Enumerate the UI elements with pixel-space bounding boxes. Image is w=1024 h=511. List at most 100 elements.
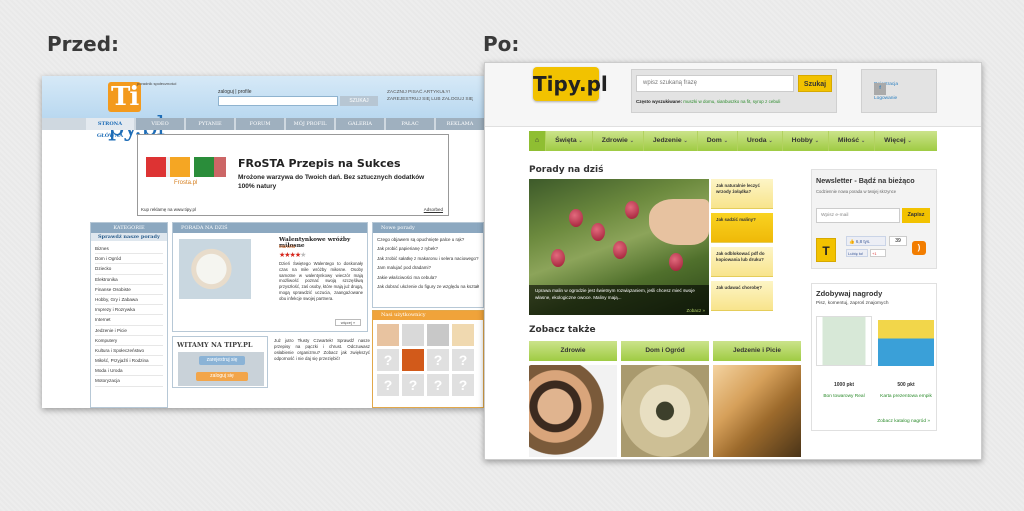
popular-links[interactable]: muszki w domu, sianbuszko na fit, syrop … [683, 99, 780, 104]
tip-author[interactable]: Marcela [279, 244, 295, 249]
user-avatar[interactable] [377, 324, 399, 346]
nav-video[interactable]: VIDEO [136, 118, 184, 130]
search-input[interactable] [218, 96, 338, 106]
nav-health[interactable]: Zdrowie ⌄ [593, 131, 644, 151]
nav-palace[interactable]: PAŁAC [386, 118, 434, 130]
see-also-heading: Zobacz także [529, 325, 596, 335]
reward-name[interactable]: Karta prezentowa empik [878, 394, 934, 401]
category-item[interactable]: Moda i Uroda [95, 366, 163, 377]
newsletter-submit-button[interactable]: Zapisz [902, 208, 930, 223]
user-avatar[interactable] [402, 324, 424, 346]
nav-more[interactable]: Więcej ⌄ [875, 131, 921, 151]
tip-link[interactable]: Jak udawać chorobę? [711, 281, 773, 311]
ad-buy-link[interactable]: Kup reklamę na www.tipy.pl [141, 207, 196, 212]
nav-hobby[interactable]: Hobby ⌄ [783, 131, 829, 151]
category-item[interactable]: Internet [95, 315, 163, 326]
nav-gallery[interactable]: GALERIA [336, 118, 384, 130]
tip-link[interactable]: Jak odblokować pdf do kopiowania lub dru… [711, 247, 773, 277]
user-avatar[interactable] [402, 349, 424, 371]
search-input[interactable]: wpisz szukaną frazę [636, 75, 794, 92]
reward-name[interactable]: Bon towarowy Real [816, 394, 872, 401]
new-tip-link[interactable]: Jam malujać pod dradami? [377, 263, 479, 272]
category-item[interactable]: Kultura i Społeczeństwo [95, 346, 163, 357]
new-tip-link[interactable]: Jak zrobić sałatkę z makaronu i selera n… [377, 254, 479, 263]
category-tab-home-garden[interactable]: Dom i Ogród [621, 341, 709, 361]
facebook-icon[interactable]: f [874, 83, 886, 95]
before-screenshot: Tipy.pl poradnik społeczności zaloguj | … [42, 76, 484, 408]
new-tip-link[interactable]: Jakie właściwości ma cebula? [377, 273, 479, 282]
ad-adsorbed-link[interactable]: Adsorbed [424, 207, 443, 212]
category-item[interactable]: Elektronika [95, 275, 163, 285]
category-image-health[interactable] [529, 365, 617, 457]
register-button[interactable]: zarejestruj się [199, 356, 245, 365]
category-item[interactable]: Biznes [95, 244, 163, 255]
login-links[interactable]: zaloguj | profile [218, 89, 252, 95]
reward-points: 1000 pkt [833, 382, 854, 388]
category-image-food[interactable] [713, 365, 801, 457]
nav-ads[interactable]: REKLAMA [436, 118, 484, 130]
user-avatar[interactable] [427, 324, 449, 346]
category-item[interactable]: Miłość, Przyjaźń i Rodzina [95, 356, 163, 367]
main-nav: STRONA GŁÓWNA VIDEO PYTANIE FORUM MÓJ PR… [42, 118, 484, 139]
featured-tip-image[interactable]: Uprawa malin w ogrodzie jest świetnym ro… [529, 179, 709, 315]
category-item[interactable]: Hobby, Gry i Zabawa [95, 295, 163, 306]
new-tip-link[interactable]: Jak dobrać ułożenie do figury ze względu… [377, 282, 479, 291]
reward-image-real[interactable] [816, 316, 872, 366]
facebook-like-button[interactable]: Lubię to! [846, 249, 868, 257]
ad-brand[interactable]: Frosta.pl [174, 180, 197, 186]
tip-image[interactable] [179, 239, 251, 299]
category-tab-food[interactable]: Jedzenie i Picie [713, 341, 801, 361]
category-item[interactable]: Imprezy i Rozrywka [95, 305, 163, 316]
site-logo[interactable]: Tipy.pl [533, 67, 608, 101]
rss-icon[interactable]: ) [912, 241, 926, 255]
user-avatar[interactable]: ? [427, 374, 449, 396]
tip-more-button[interactable]: więcej » [335, 319, 361, 326]
after-screenshot: Tipy.pl wpisz szukaną frazę Szukaj Częst… [484, 62, 982, 460]
nav-home[interactable]: STRONA GŁÓWNA [86, 118, 134, 139]
user-avatar[interactable]: ? [377, 374, 399, 396]
nav-holidays[interactable]: Święta ⌄ [546, 131, 593, 151]
facebook-like-count[interactable]: 👍 6,8 tys. [846, 236, 886, 246]
nav-beauty[interactable]: Uroda ⌄ [738, 131, 783, 151]
category-item[interactable]: Finanse Osobiste [95, 285, 163, 295]
nav-forum[interactable]: FORUM [236, 118, 284, 130]
search-button[interactable]: Szukaj [798, 75, 832, 92]
tip-link[interactable]: Jak sadzić maliny? [711, 213, 773, 243]
nav-love[interactable]: Miłość ⌄ [829, 131, 876, 151]
category-item[interactable]: Dziecko [95, 264, 163, 275]
new-tip-link[interactable]: Czego objawem są opuchnięte palce u rąk? [377, 235, 479, 244]
user-avatar[interactable]: ? [427, 349, 449, 371]
user-avatar[interactable]: ? [377, 349, 399, 371]
featured-more-link[interactable]: Zobacz » [686, 308, 705, 313]
ad-title[interactable]: FRoSTA Przepis na Sukces [238, 157, 401, 170]
category-item[interactable]: Komputery [95, 336, 163, 346]
login-link[interactable]: Logowanie [874, 96, 897, 101]
rewards-catalog-link[interactable]: Zobacz katalog nagród » [877, 419, 930, 424]
nav-question[interactable]: PYTANIE [186, 118, 234, 130]
search-button[interactable]: SZUKAJ [340, 96, 378, 106]
category-image-home-garden[interactable] [621, 365, 709, 457]
reward-image-empik[interactable] [878, 320, 934, 366]
google-plus-button[interactable]: +1 [870, 249, 886, 257]
star-empty-icon: ★ [300, 252, 306, 259]
new-tip-link[interactable]: Jak probić papierianę z rybek? [377, 244, 479, 253]
tip-link[interactable]: Jak naturalnie leczyć wrzody żołądka? [711, 179, 773, 209]
category-item[interactable]: Motoryzacja [95, 376, 163, 387]
category-item[interactable]: Dom i Ogród [95, 254, 163, 265]
login-button[interactable]: zaloguj się [196, 372, 248, 381]
user-avatar[interactable]: ? [452, 374, 474, 396]
ad-banner[interactable]: Frosta.pl FRoSTA Przepis na Sukces Mrożo… [137, 134, 449, 216]
site-logo[interactable]: Tipy.pl [108, 82, 180, 142]
raspberry-image [613, 241, 627, 259]
newsletter-email-input[interactable]: Wpisz e-mail [816, 208, 900, 223]
user-avatar[interactable] [452, 324, 474, 346]
nav-profile[interactable]: MÓJ PROFIL [286, 118, 334, 130]
home-icon[interactable]: ⌂ [529, 131, 547, 151]
category-item[interactable]: Jedzenie i Picie [95, 326, 163, 336]
user-avatar[interactable]: ? [452, 349, 474, 371]
nav-home-garden[interactable]: Dom ⌄ [698, 131, 738, 151]
user-avatar[interactable]: ? [402, 374, 424, 396]
signup-promo[interactable]: ZACZNIJ PISAĆ ARTYKUŁY! ZAREJESTRUJ SIĘ … [387, 89, 484, 103]
nav-food[interactable]: Jedzenie ⌄ [644, 131, 698, 151]
category-tab-health[interactable]: Zdrowie [529, 341, 617, 361]
